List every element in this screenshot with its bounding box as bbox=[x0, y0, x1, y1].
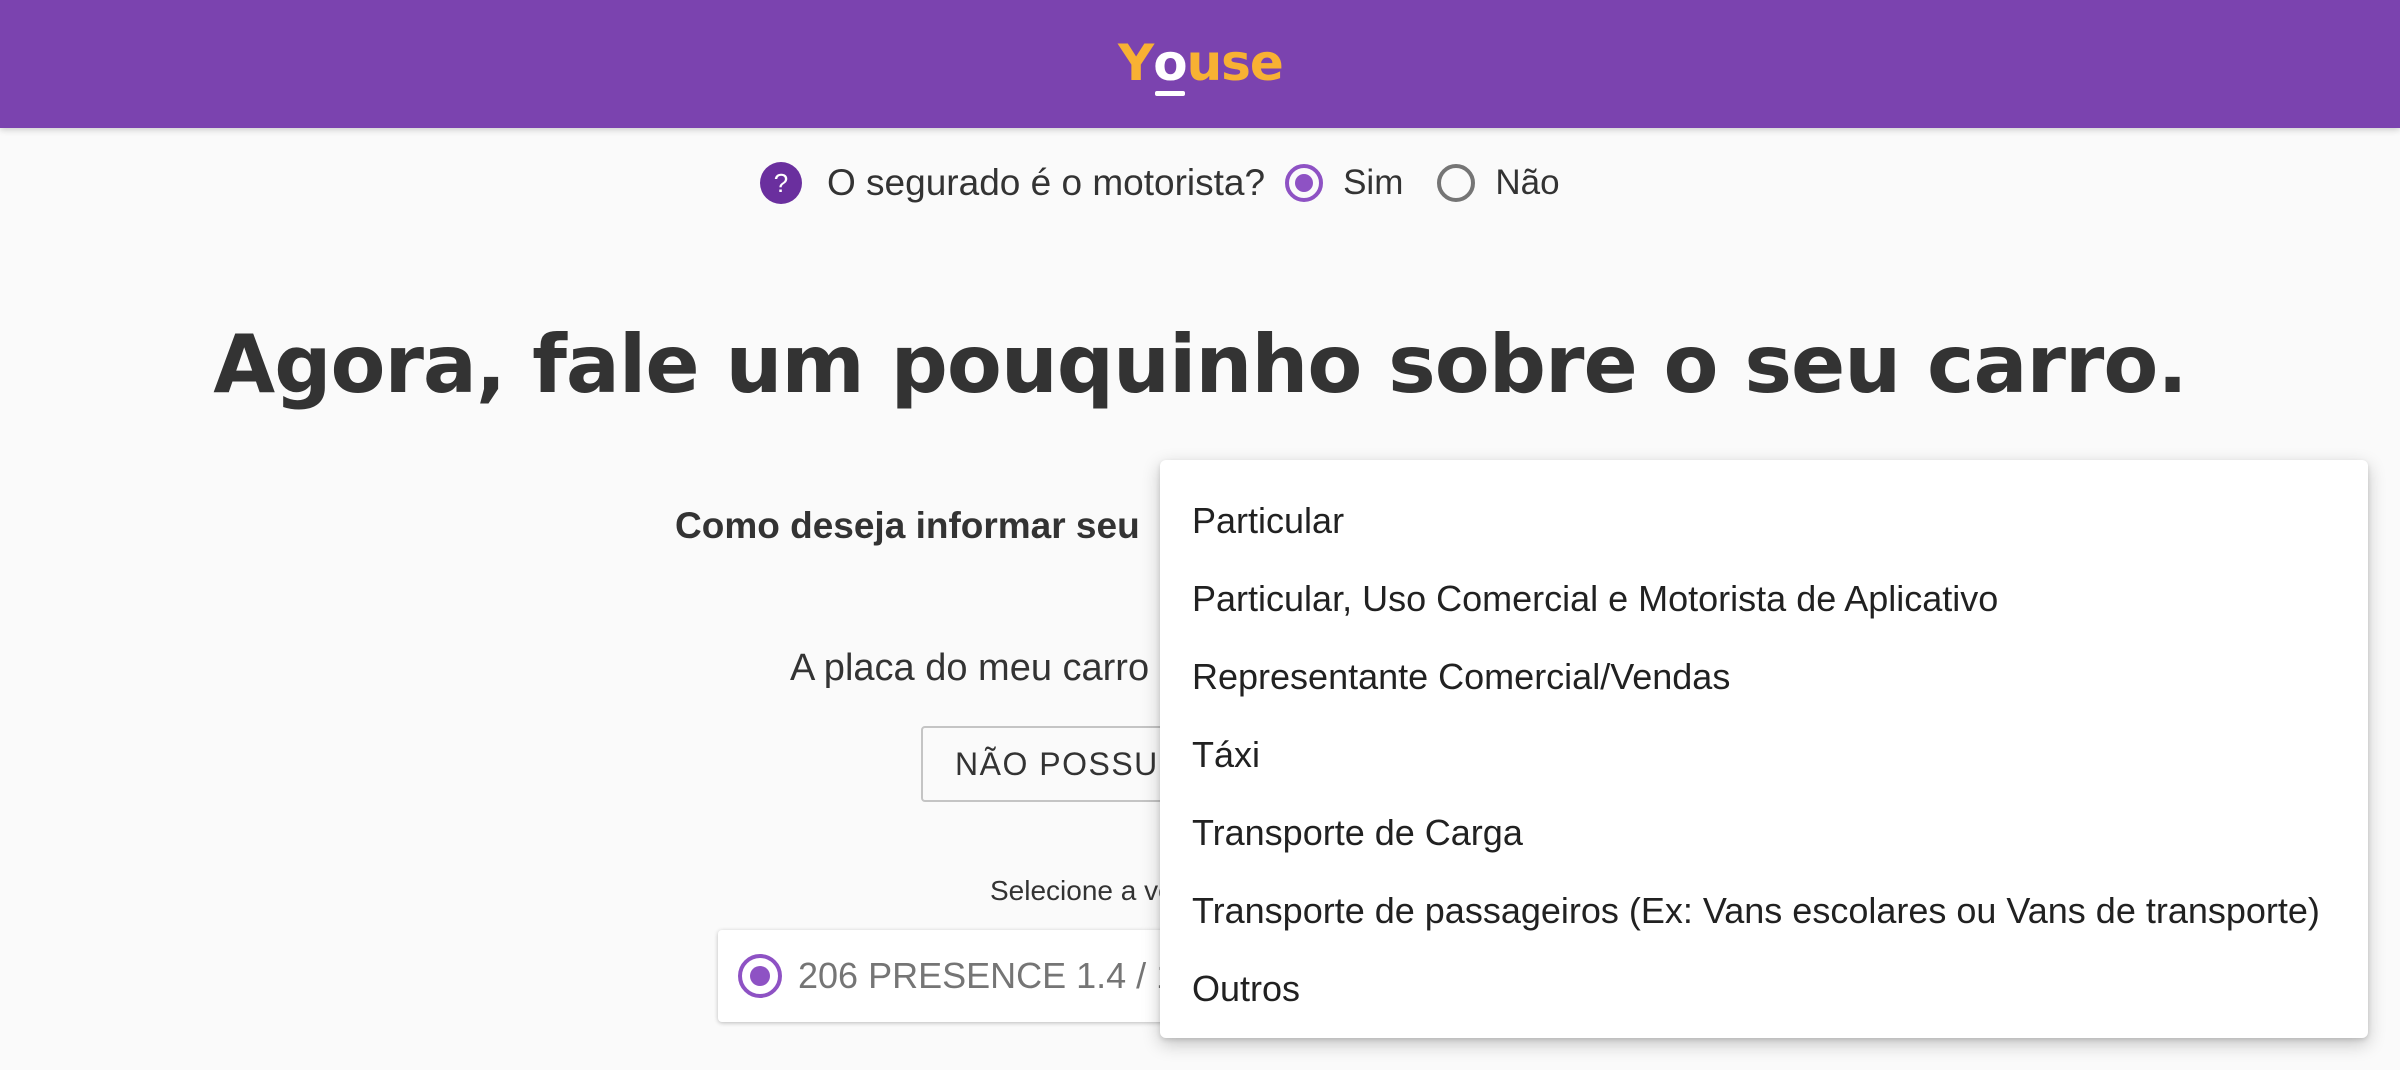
page-title: Agora, fale um pouquinho sobre o seu car… bbox=[213, 318, 2187, 411]
driver-question-row: ? O segurado é o motorista? Sim Não bbox=[760, 157, 1560, 209]
driver-question-text: O segurado é o motorista? bbox=[827, 162, 1266, 203]
plate-label: A placa do meu carro bbox=[790, 647, 1150, 689]
help-icon[interactable]: ? bbox=[760, 162, 802, 204]
no-plate-button-label: NÃO POSSUO bbox=[955, 745, 1186, 782]
radio-nao-label[interactable]: Não bbox=[1495, 163, 1559, 203]
usage-dropdown-menu: Particular Particular, Uso Comercial e M… bbox=[1160, 460, 2368, 1038]
dropdown-item-transporte-passageiros[interactable]: Transporte de passageiros (Ex: Vans esco… bbox=[1160, 872, 2368, 950]
logo-part-1: Y bbox=[1118, 34, 1154, 92]
radio-sim-label[interactable]: Sim bbox=[1343, 163, 1403, 203]
dropdown-item-representante-comercial[interactable]: Representante Comercial/Vendas bbox=[1160, 638, 2368, 716]
version-option-label: 206 PRESENCE 1.4 / 1 bbox=[798, 955, 1177, 996]
dropdown-item-particular[interactable]: Particular bbox=[1160, 482, 2368, 560]
logo-part-2: o bbox=[1153, 34, 1188, 96]
inform-method-label: Como deseja informar seu bbox=[675, 505, 1140, 546]
select-version-label: Selecione a ve bbox=[990, 875, 1174, 906]
radio-nao[interactable] bbox=[1437, 164, 1476, 202]
version-option-card[interactable]: 206 PRESENCE 1.4 / 1 bbox=[718, 930, 1178, 1022]
logo-part-3: use bbox=[1186, 34, 1284, 92]
dropdown-item-taxi[interactable]: Táxi bbox=[1160, 716, 2368, 794]
youse-logo[interactable]: Yo use bbox=[1118, 34, 1284, 96]
version-radio[interactable] bbox=[738, 954, 782, 998]
radio-sim[interactable] bbox=[1285, 164, 1324, 202]
top-header: Yo use bbox=[0, 0, 2400, 128]
dropdown-item-outros[interactable]: Outros bbox=[1160, 950, 2368, 1028]
dropdown-item-transporte-carga[interactable]: Transporte de Carga bbox=[1160, 794, 2368, 872]
dropdown-item-particular-uso-comercial[interactable]: Particular, Uso Comercial e Motorista de… bbox=[1160, 560, 2368, 638]
